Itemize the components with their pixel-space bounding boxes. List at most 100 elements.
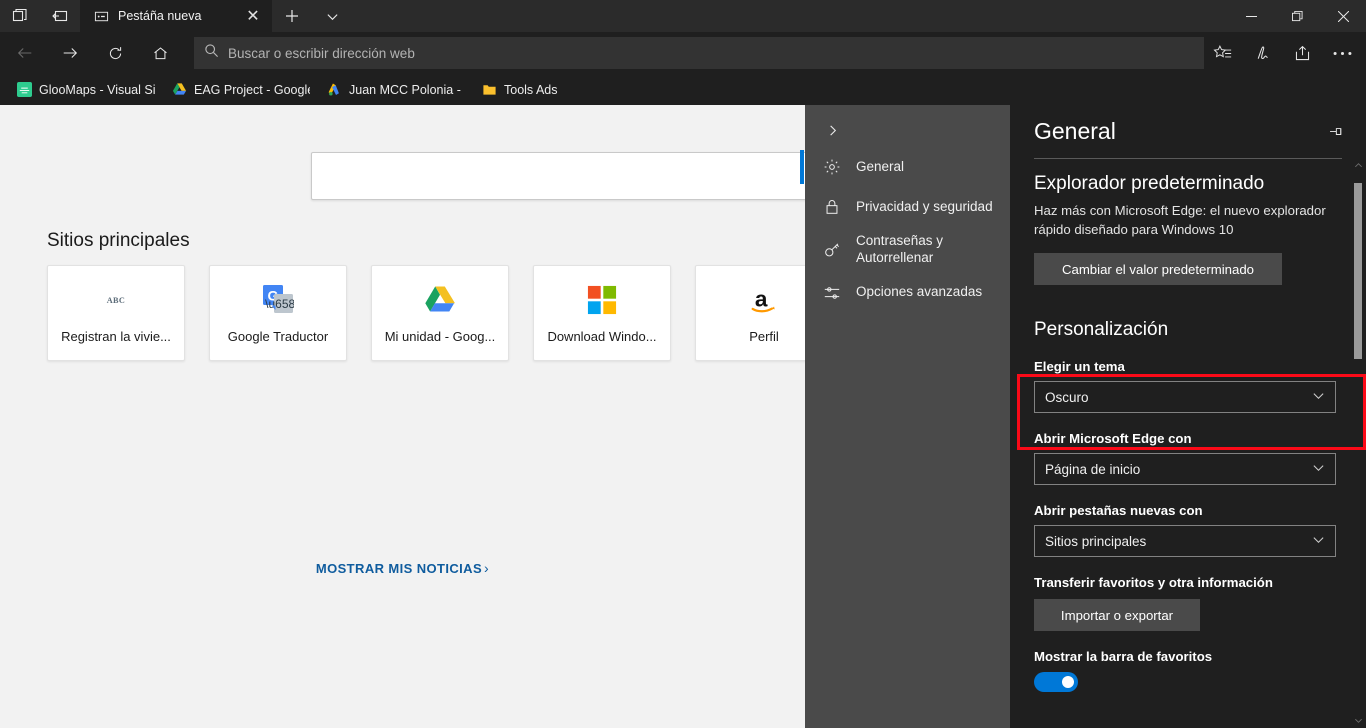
title-bar: Pestáña nueva ✕	[0, 0, 1366, 32]
default-browser-description: Haz más con Microsoft Edge: el nuevo exp…	[1034, 203, 1326, 238]
close-button[interactable]	[1320, 0, 1366, 32]
chevron-down-icon[interactable]	[312, 0, 352, 32]
sidebar-item-privacidad[interactable]: Privacidad y seguridad	[805, 187, 1010, 227]
settings-panel: General Explorador predeterminado Haz má…	[1010, 105, 1366, 728]
new-tab-button[interactable]	[272, 0, 312, 32]
change-default-button[interactable]: Cambiar el valor predeterminado	[1034, 253, 1282, 286]
new-tabs-with-value: Sitios principales	[1045, 533, 1147, 549]
sidebar-item-label: Opciones avanzadas	[856, 284, 983, 300]
more-icon[interactable]	[1322, 33, 1362, 73]
sidebar-item-opciones-avanzadas[interactable]: Opciones avanzadas	[805, 273, 1010, 313]
close-icon[interactable]: ✕	[240, 3, 266, 29]
theme-select[interactable]: Oscuro	[1034, 381, 1336, 414]
sidebar-item-contrasenas[interactable]: Contraseñas y Autorrellenar	[805, 227, 1010, 273]
set-tabs-aside-button[interactable]	[40, 0, 80, 32]
maximize-button[interactable]	[1274, 0, 1320, 32]
forward-icon[interactable]	[50, 33, 90, 73]
notes-icon[interactable]	[1242, 33, 1282, 73]
theme-label: Elegir un tema	[1034, 359, 1125, 375]
show-favorites-bar-label: Mostrar la barra de favoritos	[1034, 649, 1213, 665]
address-input[interactable]	[228, 45, 1194, 61]
svg-text:\u6587: \u6587	[265, 297, 294, 311]
sidebar-item-general[interactable]: General	[800, 147, 1010, 187]
import-export-button[interactable]: Importar o exportar	[1034, 599, 1200, 632]
refresh-icon[interactable]	[95, 33, 135, 73]
chevron-down-icon	[1312, 533, 1325, 549]
window-controls	[1228, 0, 1366, 32]
pin-icon[interactable]	[1320, 118, 1350, 148]
page-search-input[interactable]	[312, 153, 805, 199]
favorite-label: Tools Ads	[504, 82, 558, 97]
home-icon[interactable]	[140, 33, 180, 73]
new-tabs-with-select[interactable]: Sitios principales	[1034, 525, 1336, 558]
chevron-down-icon	[1312, 461, 1325, 477]
folder-icon	[481, 82, 497, 98]
transfer-favorites-label: Transferir favoritos y otra información	[1034, 575, 1273, 591]
google-ads-icon	[326, 82, 342, 98]
favorite-gloomaps[interactable]: GlooMaps - Visual Sit	[8, 77, 163, 103]
scroll-up-icon[interactable]	[1350, 157, 1366, 173]
tile-download-windows[interactable]: Download Windo...	[533, 265, 671, 361]
default-browser-heading: Explorador predeterminado	[1034, 173, 1265, 194]
settings-scrollbar[interactable]	[1350, 157, 1366, 728]
browser-toolbar	[1202, 32, 1362, 74]
settings-nav: General Privacidad y seguridad Contraseñ…	[800, 105, 1010, 728]
gloomaps-icon	[16, 82, 32, 98]
chevron-right-icon: ›	[484, 560, 490, 576]
page-search	[311, 152, 805, 200]
scroll-down-icon[interactable]	[1350, 712, 1366, 728]
gear-icon	[822, 157, 842, 177]
google-drive-icon	[171, 82, 187, 98]
page-title: General	[1034, 118, 1116, 144]
open-edge-with-value: Página de inicio	[1045, 461, 1141, 477]
sidebar-item-label: General	[856, 158, 905, 174]
newtab-icon	[92, 7, 110, 25]
search-box[interactable]	[311, 152, 805, 200]
new-tabs-with-label: Abrir pestañas nuevas con	[1034, 503, 1203, 519]
sidebar-item-label: Contraseñas y Autorrellenar	[856, 233, 944, 265]
address-bar[interactable]	[194, 37, 1204, 69]
tile-registran-la-vivienda[interactable]: ABC Registran la vivie...	[47, 265, 185, 361]
new-tab-page: Sitios principales ABC Registran la vivi…	[0, 105, 805, 728]
top-sites-grid: ABC Registran la vivie... G \u6587 Googl…	[47, 265, 805, 361]
show-my-news-label: MOSTRAR MIS NOTICIAS	[315, 560, 483, 576]
google-translate-icon: G \u6587	[261, 283, 295, 317]
favorite-label: EAG Project - Google	[194, 82, 310, 97]
open-edge-with-label: Abrir Microsoft Edge con	[1034, 431, 1192, 447]
favorite-juan-mcc-polonia[interactable]: Juan MCC Polonia - G	[318, 77, 473, 103]
svg-text:a: a	[755, 286, 768, 311]
favorites-bar: GlooMaps - Visual Sit EAG Project - Goog…	[0, 74, 1366, 105]
tile-label: Google Traductor	[227, 328, 329, 344]
tile-mi-unidad-google[interactable]: Mi unidad - Goog...	[371, 265, 509, 361]
tab-title: Pestáña nueva	[118, 9, 202, 23]
show-favorites-bar-toggle[interactable]	[1034, 672, 1078, 693]
favorite-eag-project[interactable]: EAG Project - Google	[163, 77, 318, 103]
tile-label: Download Windo...	[547, 328, 657, 344]
key-icon	[822, 240, 842, 260]
open-edge-with-select[interactable]: Página de inicio	[1034, 453, 1336, 486]
favorite-label: Juan MCC Polonia - G	[349, 82, 465, 97]
tile-label: Mi unidad - Goog...	[384, 328, 496, 344]
favorites-icon[interactable]	[1202, 33, 1242, 73]
tab-list-button[interactable]	[0, 0, 40, 32]
settings-panel-header: General	[1010, 105, 1366, 148]
share-icon[interactable]	[1282, 33, 1322, 73]
theme-value: Oscuro	[1045, 389, 1089, 405]
show-my-news-link[interactable]: MOSTRAR MIS NOTICIAS ›	[0, 560, 805, 576]
lock-icon	[822, 197, 842, 217]
expand-nav-icon[interactable]	[815, 113, 849, 147]
tab-pestana-nueva[interactable]: Pestáña nueva ✕	[80, 0, 272, 32]
settings-flyout: General Privacidad y seguridad Contraseñ…	[800, 105, 1366, 728]
toggle-knob	[1062, 676, 1074, 689]
minimize-button[interactable]	[1228, 0, 1274, 32]
tile-label: Perfil	[749, 328, 779, 344]
amazon-icon: a	[747, 283, 781, 317]
favorite-tools-ads[interactable]: Tools Ads	[473, 77, 566, 103]
settings-content: Explorador predeterminado Haz más con Mi…	[1010, 159, 1366, 693]
sliders-icon	[822, 283, 842, 303]
microsoft-icon	[585, 283, 619, 317]
scrollbar-thumb[interactable]	[1354, 183, 1362, 359]
tile-perfil-amazon[interactable]: a Perfil	[695, 265, 805, 361]
tile-google-traductor[interactable]: G \u6587 Google Traductor	[209, 265, 347, 361]
back-icon[interactable]	[5, 33, 45, 73]
